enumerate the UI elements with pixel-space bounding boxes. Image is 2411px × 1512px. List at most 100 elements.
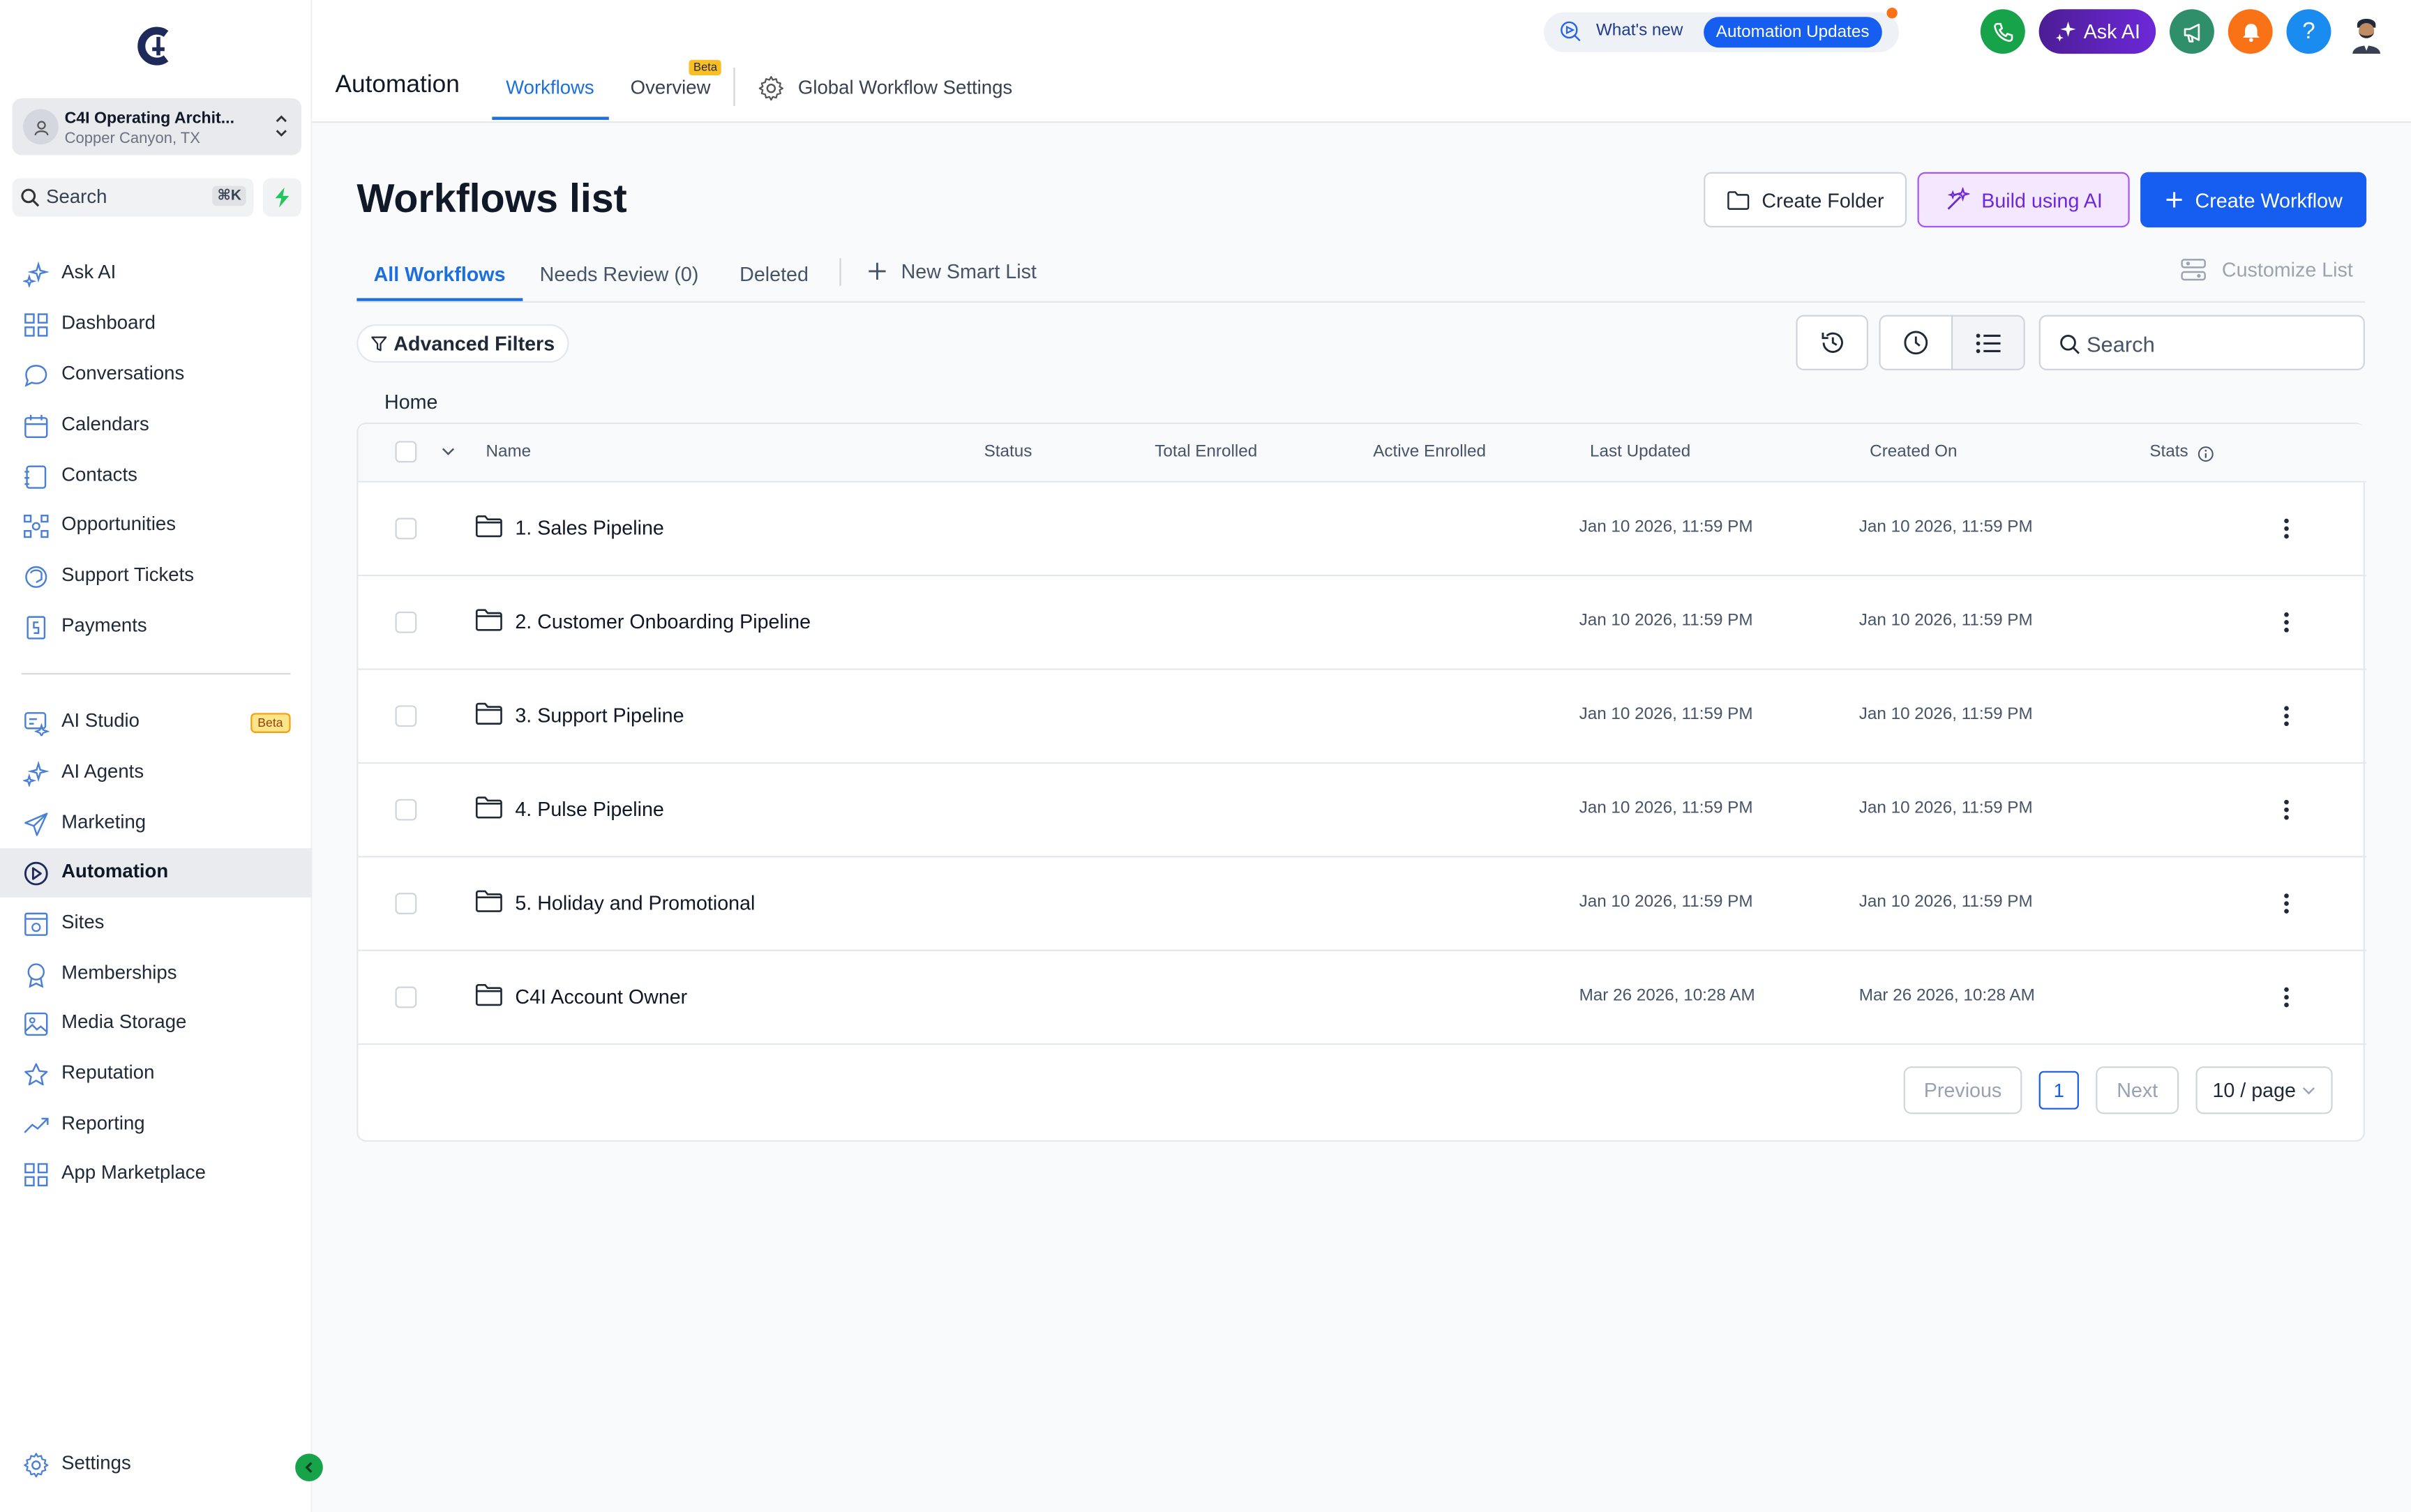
last-updated: Jan 10 2026, 11:59 PM — [1579, 611, 1753, 630]
sidebar-item-reporting[interactable]: Reporting — [0, 1101, 312, 1150]
automation-updates-pill[interactable]: Automation Updates — [1704, 17, 1882, 48]
folder-icon — [475, 702, 502, 725]
column-header-total-enrolled[interactable]: Total Enrolled — [1155, 443, 1257, 461]
column-header-created-on[interactable]: Created On — [1870, 443, 1957, 461]
help-button[interactable]: ? — [2286, 9, 2331, 54]
created-on: Jan 10 2026, 11:59 PM — [1858, 799, 2033, 818]
location-switcher[interactable]: C4I Operating Archit... Copper Canyon, T… — [12, 98, 302, 156]
row-checkbox[interactable] — [395, 893, 417, 914]
new-smart-list-button[interactable]: New Smart List — [867, 259, 1037, 282]
row-menu-button[interactable] — [2276, 515, 2297, 543]
list-view-button[interactable] — [1951, 315, 2025, 370]
row-checkbox[interactable] — [395, 986, 417, 1008]
history-icon — [1821, 332, 1842, 353]
created-on: Jan 10 2026, 11:59 PM — [1858, 893, 2033, 912]
next-page-button[interactable]: Next — [2096, 1066, 2179, 1114]
quick-action-button[interactable] — [262, 178, 302, 217]
clock-view-button[interactable] — [1879, 315, 1953, 370]
table-row[interactable]: 2. Customer Onboarding Pipeline Jan 10 2… — [358, 576, 2367, 670]
tab-global-workflow-settings[interactable]: Global Workflow Settings — [798, 77, 1012, 98]
whats-new-banner[interactable]: What's new Automation Updates — [1543, 12, 1900, 52]
sidebar-search[interactable]: Search ⌘K — [12, 178, 254, 217]
sidebar-item-conversations[interactable]: Conversations — [0, 350, 312, 400]
row-checkbox[interactable] — [395, 517, 417, 540]
page-size-select[interactable]: 10 / page — [2195, 1066, 2333, 1114]
row-menu-button[interactable] — [2276, 796, 2297, 824]
create-workflow-button[interactable]: Create Workflow — [2140, 172, 2367, 228]
chevron-down-icon[interactable] — [442, 447, 456, 456]
tab-needs-review[interactable]: Needs Review (0) — [540, 263, 699, 286]
row-checkbox[interactable] — [395, 705, 417, 727]
app-root: C4I Operating Archit... Copper Canyon, T… — [0, 0, 2411, 1512]
sidebar-item-sites[interactable]: Sites — [0, 899, 312, 948]
workflow-name[interactable]: 4. Pulse Pipeline — [515, 798, 663, 821]
sidebar-item-ai-agents[interactable]: AI Agents — [0, 748, 312, 798]
column-header-active-enrolled[interactable]: Active Enrolled — [1373, 443, 1486, 461]
more-vertical-icon — [2284, 987, 2289, 1008]
sparkle-icon — [23, 261, 50, 288]
info-icon[interactable] — [2198, 446, 2214, 462]
select-all-checkbox[interactable] — [395, 441, 417, 463]
sidebar-item-reputation[interactable]: Reputation — [0, 1050, 312, 1099]
table-row[interactable]: 1. Sales Pipeline Jan 10 2026, 11:59 PM … — [358, 483, 2367, 577]
row-menu-button[interactable] — [2276, 983, 2297, 1011]
chevron-left-icon — [305, 1462, 313, 1473]
table-row[interactable]: C4I Account Owner Mar 26 2026, 10:28 AM … — [358, 951, 2367, 1045]
history-button[interactable] — [1796, 315, 1868, 370]
workflow-name[interactable]: 1. Sales Pipeline — [515, 516, 663, 539]
sidebar-item-dashboard[interactable]: Dashboard — [0, 300, 312, 349]
page-title: Automation — [335, 72, 460, 99]
sidebar-item-opportunities[interactable]: Opportunities — [0, 501, 312, 550]
workflow-name[interactable]: 5. Holiday and Promotional — [515, 891, 755, 914]
sidebar-item-label: Support Tickets — [61, 564, 195, 586]
sidebar-item-support-tickets[interactable]: Support Tickets — [0, 552, 312, 601]
row-menu-button[interactable] — [2276, 702, 2297, 730]
sidebar-item-label: Reporting — [61, 1112, 145, 1135]
sidebar-item-contacts[interactable]: Contacts — [0, 452, 312, 501]
column-header-name[interactable]: Name — [486, 443, 531, 461]
workflow-name[interactable]: C4I Account Owner — [515, 985, 687, 1008]
customize-list-button[interactable]: Customize List — [2180, 258, 2353, 281]
sidebar-item-memberships[interactable]: Memberships — [0, 950, 312, 999]
table-row[interactable]: 4. Pulse Pipeline Jan 10 2026, 11:59 PM … — [358, 764, 2367, 858]
row-checkbox[interactable] — [395, 799, 417, 821]
workflow-search-input[interactable]: Search — [2038, 315, 2365, 370]
advanced-filters-button[interactable]: Advanced Filters — [356, 324, 569, 363]
sidebar-item-settings[interactable]: Settings — [0, 1439, 312, 1489]
page-1-button[interactable]: 1 — [2038, 1071, 2079, 1110]
row-menu-button[interactable] — [2276, 890, 2297, 918]
ask-ai-button[interactable]: Ask AI — [2038, 9, 2156, 54]
c4-logo-icon[interactable] — [135, 24, 175, 68]
row-checkbox[interactable] — [395, 611, 417, 633]
workflow-name[interactable]: 2. Customer Onboarding Pipeline — [515, 610, 811, 633]
collapse-sidebar-button[interactable] — [295, 1453, 323, 1481]
sidebar-item-automation[interactable]: Automation — [0, 848, 313, 898]
ticket-icon — [25, 566, 47, 588]
phone-button[interactable] — [1980, 9, 2025, 54]
sidebar-item-calendars[interactable]: Calendars — [0, 401, 312, 451]
tab-deleted[interactable]: Deleted — [739, 263, 809, 286]
sidebar-item-app-marketplace[interactable]: App Marketplace — [0, 1149, 312, 1199]
tab-overview[interactable]: Overview — [631, 77, 711, 98]
sidebar-item-payments[interactable]: Payments — [0, 603, 312, 652]
previous-page-button[interactable]: Previous — [1903, 1066, 2022, 1114]
breadcrumb[interactable]: Home — [384, 391, 437, 414]
column-header-last-updated[interactable]: Last Updated — [1590, 443, 1690, 461]
row-menu-button[interactable] — [2276, 609, 2297, 637]
column-header-stats[interactable]: Stats — [2149, 443, 2188, 461]
sidebar-item-ask-ai[interactable]: Ask AI — [0, 249, 312, 298]
tab-all-workflows[interactable]: All Workflows — [374, 263, 506, 286]
table-row[interactable]: 5. Holiday and Promotional Jan 10 2026, … — [358, 857, 2367, 951]
tab-workflows[interactable]: Workflows — [506, 77, 594, 98]
announcements-button[interactable] — [2169, 9, 2214, 54]
sidebar-item-ai-studio[interactable]: AI Studio Beta — [0, 697, 312, 747]
avatar[interactable] — [2345, 10, 2388, 54]
build-using-ai-button[interactable]: Build using AI — [1917, 172, 2130, 228]
workflow-name[interactable]: 3. Support Pipeline — [515, 704, 684, 727]
table-row[interactable]: 3. Support Pipeline Jan 10 2026, 11:59 P… — [358, 670, 2367, 764]
notifications-button[interactable] — [2228, 9, 2273, 54]
column-header-status[interactable]: Status — [984, 443, 1032, 461]
sidebar-item-media-storage[interactable]: Media Storage — [0, 999, 312, 1048]
sidebar-item-marketing[interactable]: Marketing — [0, 799, 312, 849]
create-folder-button[interactable]: Create Folder — [1704, 172, 1907, 228]
